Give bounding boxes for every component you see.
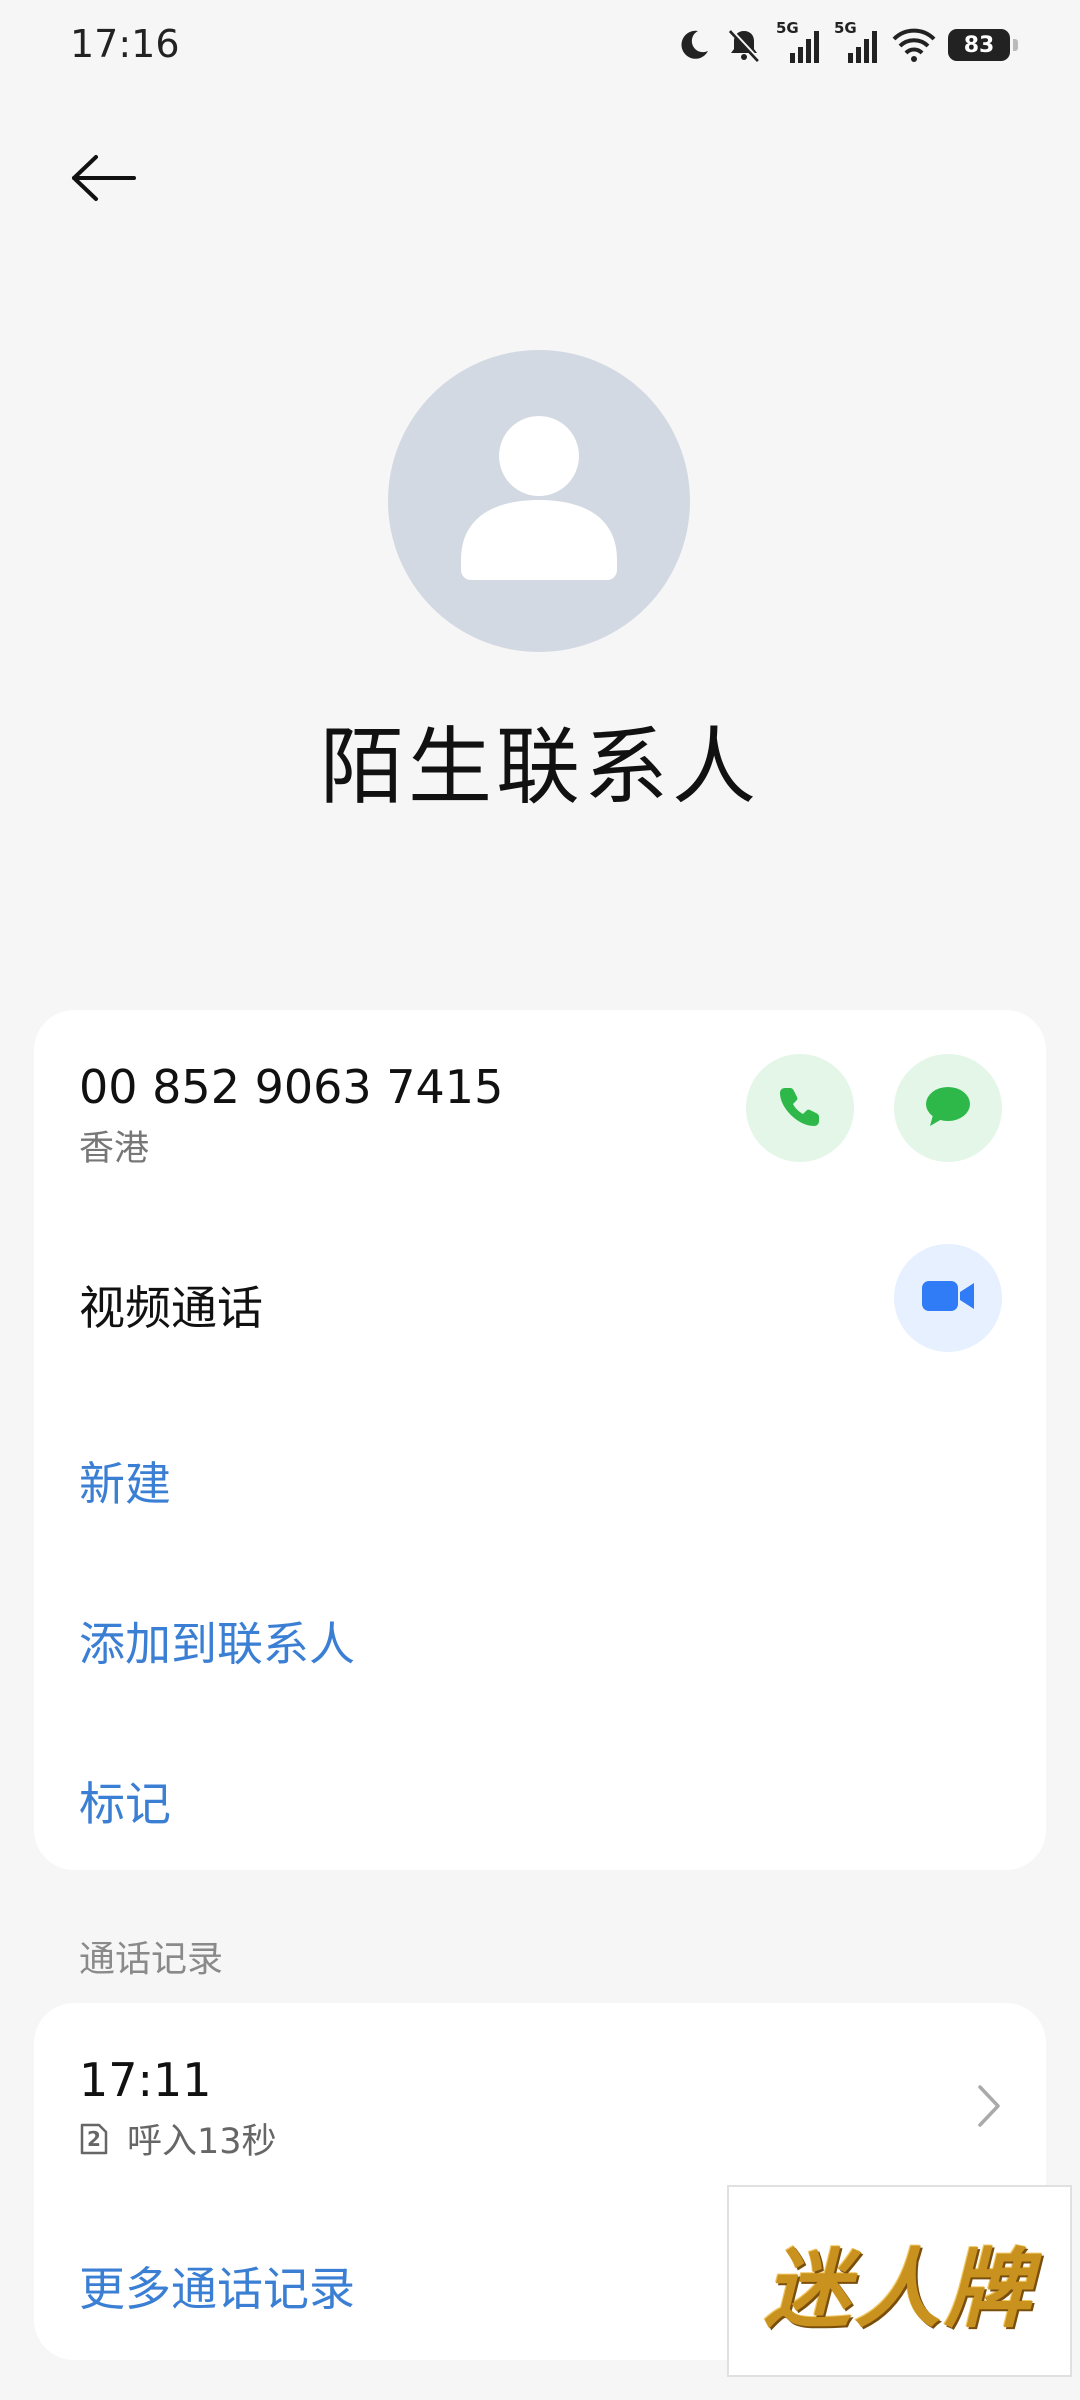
chevron-right-icon [974,2081,1004,2135]
video-camera-icon [920,1277,976,1319]
watermark-logo: 迷人牌 [727,2185,1072,2377]
network-label-2: 5G [834,19,857,37]
sim-card-icon: 2 [79,2122,109,2156]
message-button[interactable] [894,1054,1002,1162]
wifi-icon [892,27,936,63]
call-log-detail: 2 呼入13秒 [79,2113,277,2164]
battery-icon: 83 [948,29,1018,61]
call-log-time: 17:11 [79,2053,212,2107]
call-log-section-title: 通话记录 [79,1939,224,1980]
new-contact-button[interactable]: 新建 [79,1448,171,1514]
contact-detail-screen: 17:16 5G 5G 83 陌生联系人 00 852 9063 7415 香港… [0,0,1080,2400]
battery-level: 83 [963,32,995,58]
mute-bell-icon [724,25,764,65]
signal-icon-2: 5G [834,19,880,65]
phone-region: 香港 [79,1129,150,1169]
call-log-detail-text: 呼入13秒 [127,2122,277,2162]
mark-number-button[interactable]: 标记 [79,1768,171,1834]
add-to-contacts-button[interactable]: 添加到联系人 [79,1608,355,1674]
back-button[interactable] [70,145,150,215]
signal-icon-1: 5G [776,19,822,65]
more-call-log-button[interactable]: 更多通话记录 [79,2253,355,2319]
contact-name: 陌生联系人 [319,718,760,816]
watermark-text: 迷人牌 [764,2239,1035,2340]
moon-icon [676,27,712,63]
phone-number[interactable]: 00 852 9063 7415 [79,1060,503,1114]
call-button[interactable] [746,1054,854,1162]
contact-actions-card: 00 852 9063 7415 香港 视频通话 新建 添加到联系人 标记 [34,1010,1046,1870]
message-bubble-icon [923,1082,973,1134]
sim-number: 2 [87,2126,101,2151]
avatar [388,350,690,652]
status-icons: 5G 5G 83 [676,19,1018,68]
status-bar: 17:16 5G 5G 83 [0,0,1080,90]
video-call-label[interactable]: 视频通话 [79,1272,263,1338]
status-time: 17:16 [70,22,180,66]
video-call-button[interactable] [894,1244,1002,1352]
arrow-left-icon [70,153,138,207]
network-label-1: 5G [776,19,799,37]
person-icon [461,416,617,580]
phone-icon [776,1082,824,1134]
